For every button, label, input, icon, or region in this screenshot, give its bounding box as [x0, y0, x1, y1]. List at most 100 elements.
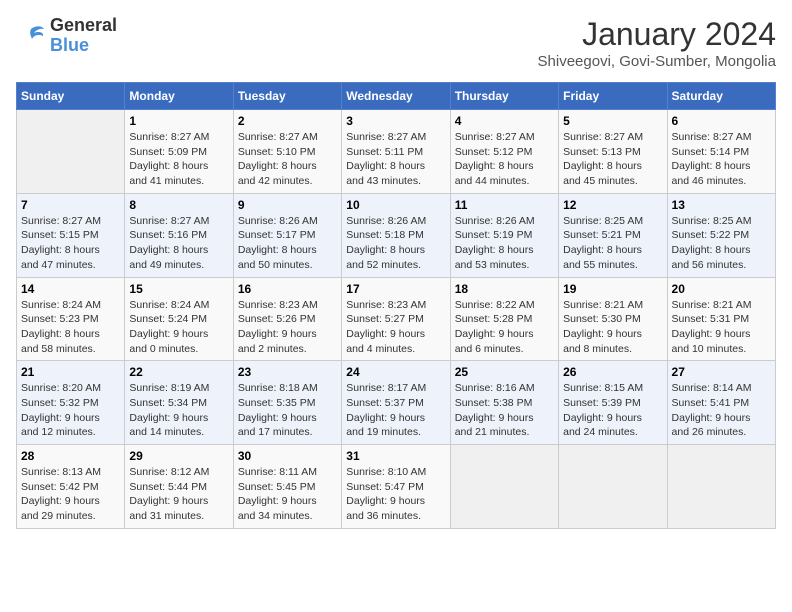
day-number: 8 [129, 198, 228, 212]
calendar-cell: 21 Sunrise: 8:20 AMSunset: 5:32 PMDayligh… [17, 361, 125, 445]
logo: General Blue [16, 16, 117, 56]
day-number: 21 [21, 365, 120, 379]
calendar-cell: 27 Sunrise: 8:14 AMSunset: 5:41 PMDayligh… [667, 361, 775, 445]
calendar-cell: 22 Sunrise: 8:19 AMSunset: 5:34 PMDayligh… [125, 361, 233, 445]
calendar-week-2: 7Sunrise: 8:27 AMSunset: 5:15 PMDaylight… [17, 193, 776, 277]
day-info: Sunrise: 8:17 AMSunset: 5:37 PMDaylight:… [346, 381, 445, 440]
calendar-cell [667, 445, 775, 529]
day-number: 12 [563, 198, 662, 212]
calendar-cell: 10Sunrise: 8:26 AMSunset: 5:18 PMDayligh… [342, 193, 450, 277]
day-info: Sunrise: 8:27 AMSunset: 5:14 PMDaylight:… [672, 130, 771, 189]
header-tuesday: Tuesday [233, 83, 341, 110]
calendar-week-5: 28Sunrise: 8:13 AMSunset: 5:42 PMDayligh… [17, 445, 776, 529]
day-number: 28 [21, 449, 120, 463]
day-number: 9 [238, 198, 337, 212]
calendar-cell: 19 Sunrise: 8:21 AMSunset: 5:30 PMDayligh… [559, 277, 667, 361]
day-info: Sunrise: 8:27 AMSunset: 5:09 PMDaylight:… [129, 130, 228, 189]
day-number: 18 [455, 282, 554, 296]
calendar-cell: 5 Sunrise: 8:27 AMSunset: 5:13 PMDaylight… [559, 110, 667, 194]
day-number: 3 [346, 114, 445, 128]
calendar-cell: 28Sunrise: 8:13 AMSunset: 5:42 PMDayligh… [17, 445, 125, 529]
calendar-table: SundayMondayTuesdayWednesdayThursdayFrid… [16, 82, 776, 529]
month-title: January 2024 [538, 16, 776, 53]
calendar-cell: 25Sunrise: 8:16 AMSunset: 5:38 PMDayligh… [450, 361, 558, 445]
calendar-cell: 1Sunrise: 8:27 AMSunset: 5:09 PMDaylight… [125, 110, 233, 194]
day-number: 26 [563, 365, 662, 379]
calendar-cell: 2Sunrise: 8:27 AMSunset: 5:10 PMDaylight… [233, 110, 341, 194]
day-info: Sunrise: 8:24 AMSunset: 5:23 PMDaylight:… [21, 298, 120, 357]
logo-icon [16, 21, 46, 51]
header-friday: Friday [559, 83, 667, 110]
calendar-cell [559, 445, 667, 529]
day-number: 23 [238, 365, 337, 379]
day-number: 13 [672, 198, 771, 212]
day-info: Sunrise: 8:19 AMSunset: 5:34 PMDaylight:… [129, 381, 228, 440]
day-info: Sunrise: 8:24 AMSunset: 5:24 PMDaylight:… [129, 298, 228, 357]
calendar-cell: 13Sunrise: 8:25 AMSunset: 5:22 PMDayligh… [667, 193, 775, 277]
calendar-cell: 8 Sunrise: 8:27 AMSunset: 5:16 PMDaylight… [125, 193, 233, 277]
day-info: Sunrise: 8:11 AMSunset: 5:45 PMDaylight:… [238, 465, 337, 524]
calendar-cell: 31 Sunrise: 8:10 AMSunset: 5:47 PMDayligh… [342, 445, 450, 529]
day-number: 27 [672, 365, 771, 379]
calendar-cell: 23Sunrise: 8:18 AMSunset: 5:35 PMDayligh… [233, 361, 341, 445]
calendar-cell: 15 Sunrise: 8:24 AMSunset: 5:24 PMDayligh… [125, 277, 233, 361]
calendar-cell [17, 110, 125, 194]
day-number: 17 [346, 282, 445, 296]
calendar-cell: 14 Sunrise: 8:24 AMSunset: 5:23 PMDayligh… [17, 277, 125, 361]
day-number: 6 [672, 114, 771, 128]
day-number: 4 [455, 114, 554, 128]
header-monday: Monday [125, 83, 233, 110]
day-number: 22 [129, 365, 228, 379]
calendar-cell: 24 Sunrise: 8:17 AMSunset: 5:37 PMDayligh… [342, 361, 450, 445]
day-number: 11 [455, 198, 554, 212]
day-info: Sunrise: 8:21 AMSunset: 5:31 PMDaylight:… [672, 298, 771, 357]
day-info: Sunrise: 8:22 AMSunset: 5:28 PMDaylight:… [455, 298, 554, 357]
day-number: 14 [21, 282, 120, 296]
day-number: 31 [346, 449, 445, 463]
subtitle: Shiveegovi, Govi-Sumber, Mongolia [538, 53, 776, 70]
calendar-cell: 6 Sunrise: 8:27 AMSunset: 5:14 PMDaylight… [667, 110, 775, 194]
logo-text: General Blue [50, 16, 117, 56]
day-info: Sunrise: 8:27 AMSunset: 5:15 PMDaylight:… [21, 214, 120, 273]
calendar-cell: 30 Sunrise: 8:11 AMSunset: 5:45 PMDayligh… [233, 445, 341, 529]
day-info: Sunrise: 8:26 AMSunset: 5:17 PMDaylight:… [238, 214, 337, 273]
day-number: 24 [346, 365, 445, 379]
header-wednesday: Wednesday [342, 83, 450, 110]
calendar-cell: 17 Sunrise: 8:23 AMSunset: 5:27 PMDayligh… [342, 277, 450, 361]
day-info: Sunrise: 8:27 AMSunset: 5:11 PMDaylight:… [346, 130, 445, 189]
day-number: 25 [455, 365, 554, 379]
day-number: 16 [238, 282, 337, 296]
day-info: Sunrise: 8:27 AMSunset: 5:16 PMDaylight:… [129, 214, 228, 273]
day-number: 10 [346, 198, 445, 212]
day-info: Sunrise: 8:26 AMSunset: 5:19 PMDaylight:… [455, 214, 554, 273]
day-info: Sunrise: 8:12 AMSunset: 5:44 PMDaylight:… [129, 465, 228, 524]
day-info: Sunrise: 8:25 AMSunset: 5:21 PMDaylight:… [563, 214, 662, 273]
calendar-week-4: 21 Sunrise: 8:20 AMSunset: 5:32 PMDayligh… [17, 361, 776, 445]
calendar-cell: 29 Sunrise: 8:12 AMSunset: 5:44 PMDayligh… [125, 445, 233, 529]
day-info: Sunrise: 8:21 AMSunset: 5:30 PMDaylight:… [563, 298, 662, 357]
day-number: 29 [129, 449, 228, 463]
calendar-cell: 12 Sunrise: 8:25 AMSunset: 5:21 PMDayligh… [559, 193, 667, 277]
calendar-cell: 3 Sunrise: 8:27 AMSunset: 5:11 PMDaylight… [342, 110, 450, 194]
calendar-cell: 11 Sunrise: 8:26 AMSunset: 5:19 PMDayligh… [450, 193, 558, 277]
day-info: Sunrise: 8:23 AMSunset: 5:26 PMDaylight:… [238, 298, 337, 357]
day-number: 19 [563, 282, 662, 296]
day-number: 30 [238, 449, 337, 463]
page-header: General Blue January 2024 Shiveegovi, Go… [16, 16, 776, 70]
day-info: Sunrise: 8:14 AMSunset: 5:41 PMDaylight:… [672, 381, 771, 440]
calendar-cell: 26Sunrise: 8:15 AMSunset: 5:39 PMDayligh… [559, 361, 667, 445]
header-saturday: Saturday [667, 83, 775, 110]
day-info: Sunrise: 8:10 AMSunset: 5:47 PMDaylight:… [346, 465, 445, 524]
day-info: Sunrise: 8:27 AMSunset: 5:13 PMDaylight:… [563, 130, 662, 189]
day-info: Sunrise: 8:20 AMSunset: 5:32 PMDaylight:… [21, 381, 120, 440]
day-number: 2 [238, 114, 337, 128]
calendar-cell: 7Sunrise: 8:27 AMSunset: 5:15 PMDaylight… [17, 193, 125, 277]
day-info: Sunrise: 8:23 AMSunset: 5:27 PMDaylight:… [346, 298, 445, 357]
day-number: 5 [563, 114, 662, 128]
day-number: 20 [672, 282, 771, 296]
calendar-cell: 18 Sunrise: 8:22 AMSunset: 5:28 PMDayligh… [450, 277, 558, 361]
day-number: 15 [129, 282, 228, 296]
calendar-week-3: 14 Sunrise: 8:24 AMSunset: 5:23 PMDayligh… [17, 277, 776, 361]
header-sunday: Sunday [17, 83, 125, 110]
calendar-header-row: SundayMondayTuesdayWednesdayThursdayFrid… [17, 83, 776, 110]
